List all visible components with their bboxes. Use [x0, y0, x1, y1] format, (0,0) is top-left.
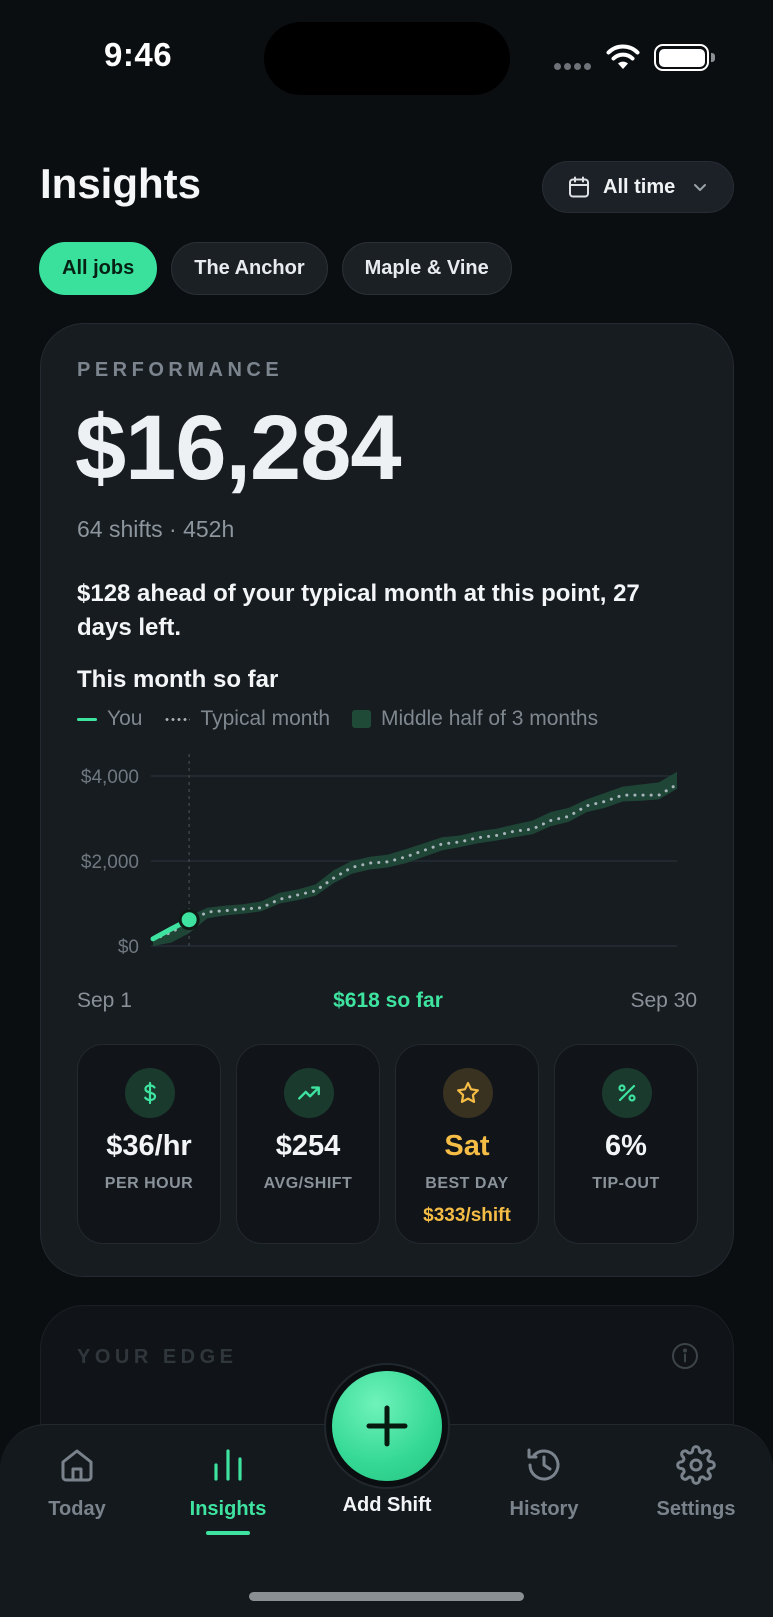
active-tab-indicator [206, 1531, 250, 1535]
chip-all-jobs[interactable]: All jobs [39, 242, 158, 295]
add-shift-label: Add Shift [342, 1494, 432, 1516]
stat-caption: TIP-OUT [592, 1175, 660, 1192]
time-range-label: All time [603, 175, 676, 198]
current-point-marker [178, 909, 200, 931]
star-icon [443, 1068, 493, 1118]
chevron-down-icon [694, 184, 707, 191]
legend-you: You [77, 707, 142, 731]
x-axis-end: Sep 30 [630, 989, 697, 1012]
performance-card: PERFORMANCE $16,284 64 shifts · 452h $12… [40, 323, 734, 1277]
stat-caption: PER HOUR [104, 1175, 194, 1192]
stat-value: Sat [444, 1130, 490, 1162]
home-icon [61, 1449, 93, 1482]
shifts-hours-summary: 64 shifts · 452h [77, 516, 235, 542]
pace-insight: $128 ahead of your typical month at this… [77, 580, 640, 641]
wifi-icon [606, 44, 640, 69]
chart-legend: You Typical month Middle half of 3 month… [77, 707, 620, 731]
stat-value: $36/hr [106, 1130, 192, 1162]
stat-caption: AVG/SHIFT [263, 1175, 353, 1192]
tab-today[interactable]: Today [17, 1445, 137, 1521]
gear-icon [676, 1445, 716, 1485]
legend-typical-month: Typical month [164, 707, 330, 731]
chart-title: This month so far [77, 666, 279, 693]
chip-the-anchor[interactable]: The Anchor [171, 242, 328, 295]
status-bar: 9:46 [0, 0, 773, 115]
stat-tip-out[interactable]: 6% TIP-OUT [554, 1044, 698, 1244]
best-day-per-shift: $333/shift [423, 1205, 511, 1226]
dynamic-island [264, 22, 510, 95]
tab-label: History [509, 1498, 579, 1520]
battery-icon [654, 44, 715, 71]
cellular-signal-icon [554, 63, 594, 71]
add-shift-button[interactable] [332, 1371, 442, 1481]
month-earnings-chart[interactable]: $4,000 $2,000 $0 [41, 754, 735, 964]
y-tick-label: $0 [118, 937, 139, 958]
home-indicator [249, 1592, 524, 1601]
y-tick-label: $2,000 [81, 852, 139, 873]
time-range-dropdown[interactable]: All time [542, 161, 734, 213]
legend-middle-half: Middle half of 3 months [352, 707, 598, 731]
status-time: 9:46 [104, 36, 173, 73]
stat-tiles: $36/hr PER HOUR $254 AVG/SHIFT Sat BEST … [77, 1044, 698, 1244]
stat-per-hour[interactable]: $36/hr PER HOUR [77, 1044, 221, 1244]
stat-best-day[interactable]: Sat BEST DAY $333/shift [395, 1044, 539, 1244]
stat-caption: BEST DAY [425, 1175, 509, 1192]
dollar-icon [125, 1068, 175, 1118]
stat-value: 6% [605, 1130, 647, 1162]
tab-insights[interactable]: Insights [168, 1445, 288, 1535]
calendar-icon [569, 176, 589, 198]
trend-up-icon [284, 1068, 334, 1118]
percent-icon [602, 1068, 652, 1118]
info-icon[interactable] [671, 1342, 699, 1370]
total-earnings: $16,284 [75, 397, 402, 499]
tab-label: Today [48, 1498, 106, 1520]
your-edge-label: YOUR EDGE [77, 1346, 238, 1368]
tab-label: Insights [189, 1498, 267, 1520]
plus-icon [366, 1405, 408, 1447]
stat-avg-shift[interactable]: $254 AVG/SHIFT [236, 1044, 380, 1244]
tab-settings[interactable]: Settings [636, 1445, 756, 1521]
tab-label: Settings [656, 1498, 736, 1520]
tab-history[interactable]: History [484, 1445, 604, 1521]
bar-chart-icon [214, 1449, 242, 1481]
page-title: Insights [40, 160, 202, 207]
history-icon [527, 1448, 560, 1481]
y-tick-label: $4,000 [81, 767, 139, 788]
middle-half-band [153, 771, 677, 946]
job-filter-chips: All jobs The Anchor Maple & Vine [39, 242, 512, 295]
stat-value: $254 [275, 1130, 341, 1162]
chip-maple-and-vine[interactable]: Maple & Vine [341, 242, 512, 295]
performance-label: PERFORMANCE [77, 359, 284, 381]
